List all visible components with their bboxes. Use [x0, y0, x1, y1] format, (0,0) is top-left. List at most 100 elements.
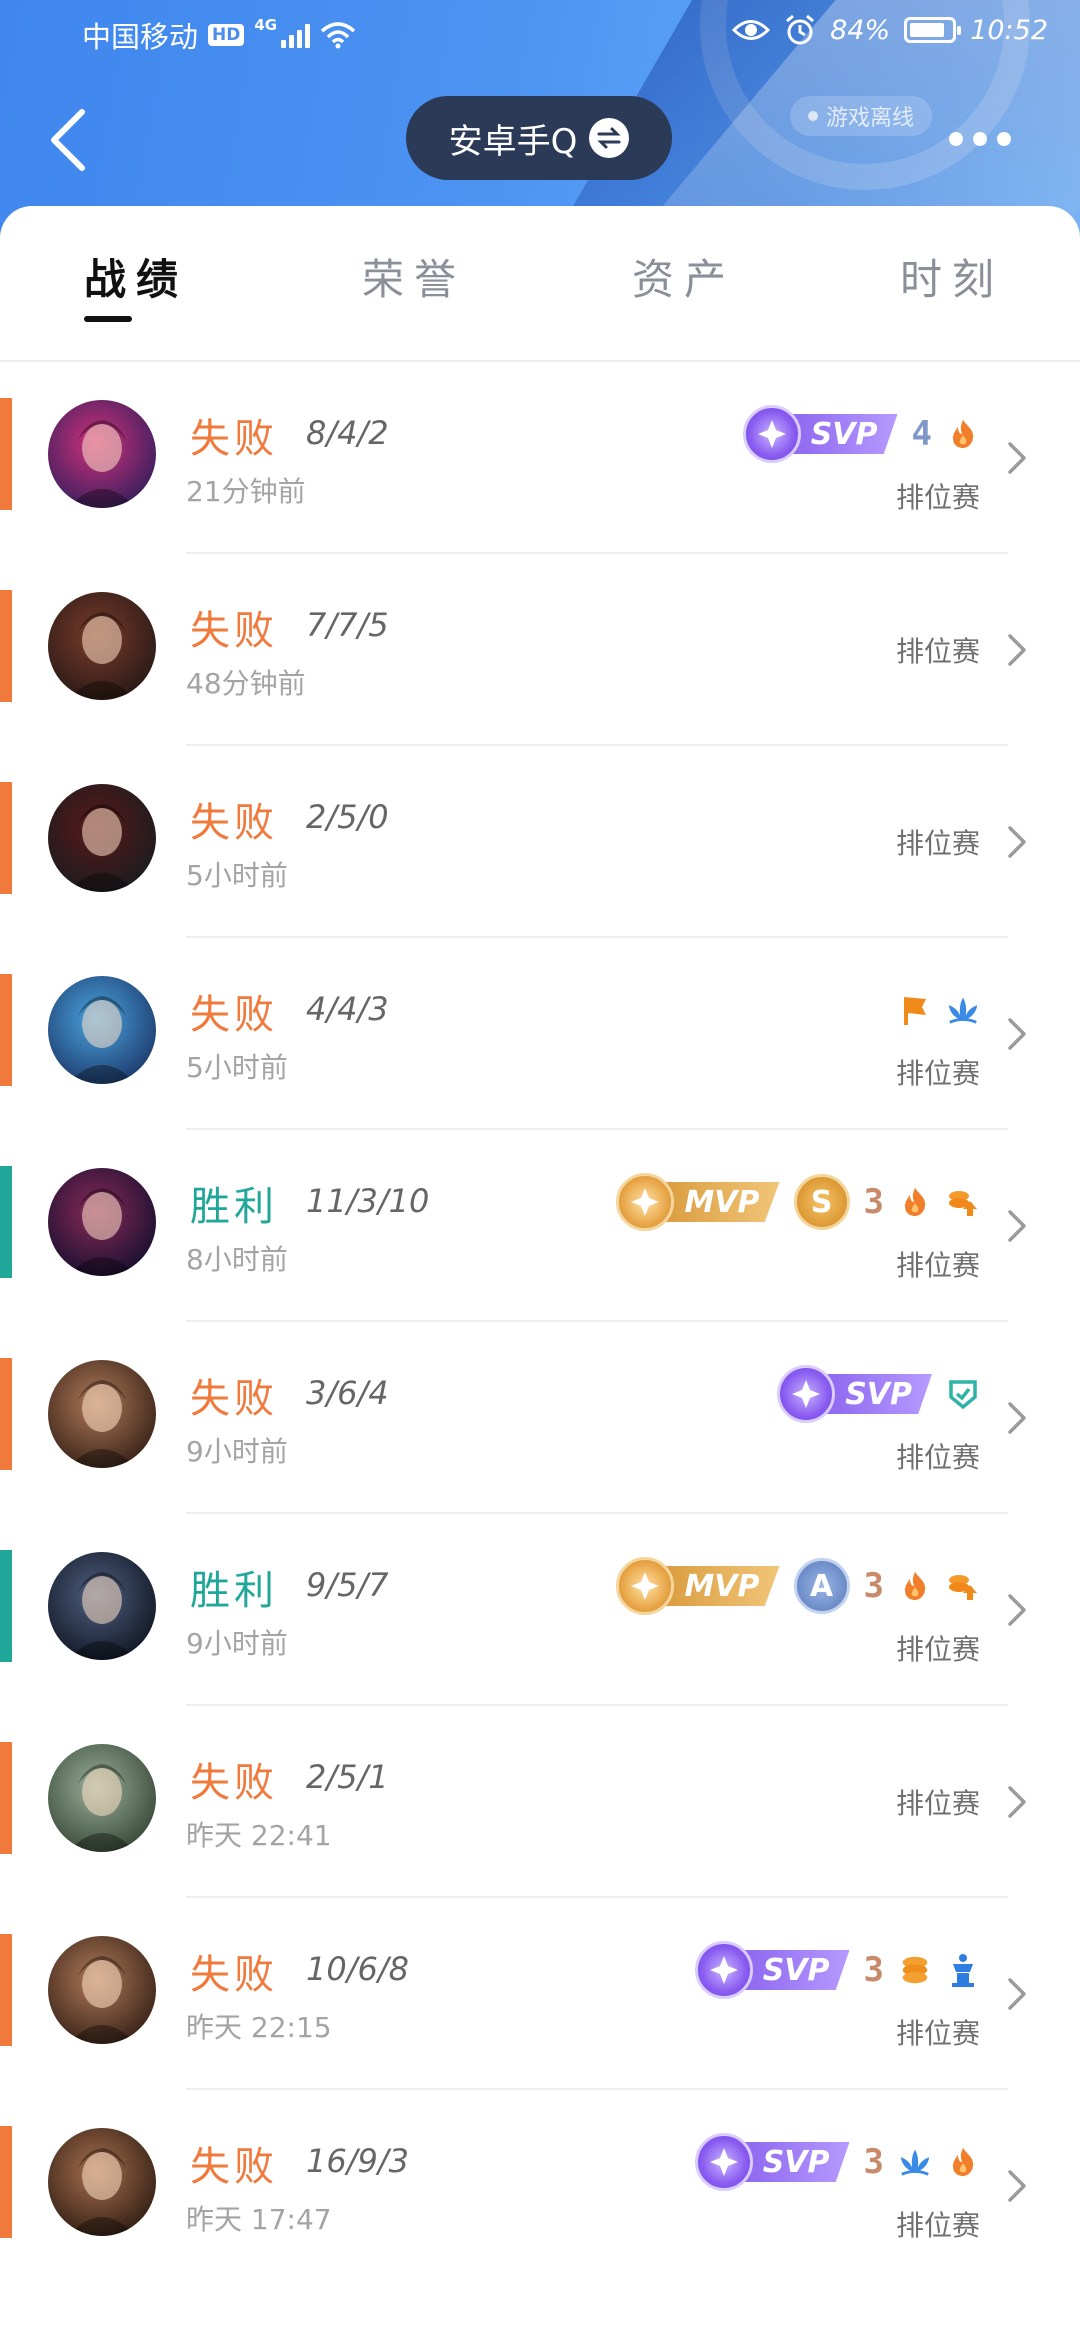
more-button[interactable] — [940, 122, 1020, 156]
tab-bar: 战绩 荣誉 资产 时刻 — [0, 206, 1080, 362]
svp-badge: SVP — [742, 405, 898, 463]
honor-label: MVP — [656, 1566, 780, 1606]
match-row[interactable]: 失败 3/6/4 9小时前 排位赛 SVP — [0, 1322, 1080, 1514]
match-kda: 8/4/2 — [306, 414, 389, 452]
lotus-icon — [946, 993, 980, 1027]
clock: 10:52 — [970, 14, 1048, 46]
match-time: 5小时前 — [186, 1051, 288, 1084]
match-kda: 10/6/8 — [306, 1950, 409, 1988]
streak-count: 3 — [863, 1566, 884, 1606]
more-dot — [997, 132, 1011, 146]
result-color-bar — [0, 2126, 12, 2238]
tab-active-indicator — [84, 316, 132, 322]
match-result: 失败 — [190, 800, 278, 846]
chevron-right-icon — [1006, 1400, 1028, 1436]
chevron-right-icon — [1006, 1976, 1028, 2012]
match-time: 昨天 17:47 — [186, 2203, 332, 2236]
mvp-badge: MVP — [616, 1557, 780, 1615]
result-color-bar — [0, 1166, 12, 1278]
coin-up-icon — [946, 1569, 980, 1603]
lotus-icon — [898, 2145, 932, 2179]
flame-icon — [898, 1185, 932, 1219]
match-kda: 16/9/3 — [306, 2142, 409, 2180]
svp-medal-icon — [694, 2133, 753, 2191]
grade-badge: S — [793, 1174, 850, 1230]
mvp-medal-icon — [616, 1173, 675, 1231]
match-mode: 排位赛 — [895, 1057, 980, 1090]
streak-count: 4 — [911, 414, 932, 454]
tab-assets[interactable]: 资产 — [632, 246, 736, 307]
match-time: 9小时前 — [186, 1627, 288, 1660]
match-row[interactable]: 失败 2/5/1 昨天 22:41 排位赛 — [0, 1706, 1080, 1898]
hd-badge: HD — [208, 24, 245, 46]
chevron-right-icon — [1006, 440, 1028, 476]
eye-icon — [732, 20, 771, 40]
match-mode: 排位赛 — [895, 481, 980, 514]
match-badges: MVP S 3 — [616, 1172, 980, 1232]
match-badges: MVP A 3 — [616, 1556, 980, 1616]
wifi-icon — [320, 22, 356, 49]
chevron-right-icon — [1006, 824, 1028, 860]
match-row[interactable]: 失败 4/4/3 5小时前 排位赛 — [0, 938, 1080, 1130]
back-button[interactable] — [40, 98, 100, 182]
mvp-medal-icon — [616, 1557, 675, 1615]
match-row[interactable]: 胜利 9/5/7 9小时前 排位赛 MVP A 3 — [0, 1514, 1080, 1706]
match-result: 失败 — [190, 416, 278, 462]
chevron-right-icon — [1006, 1208, 1028, 1244]
chevron-right-icon — [1006, 1016, 1028, 1052]
hero-avatar — [48, 784, 156, 892]
hero-avatar — [48, 976, 156, 1084]
flame-icon — [946, 2145, 980, 2179]
match-result: 胜利 — [190, 1568, 278, 1614]
match-kda: 4/4/3 — [306, 990, 389, 1028]
match-row[interactable]: 失败 2/5/0 5小时前 排位赛 — [0, 746, 1080, 938]
battery-icon — [904, 17, 962, 43]
result-color-bar — [0, 1550, 12, 1662]
svp-badge: SVP — [694, 1941, 850, 1999]
chevron-right-icon — [1006, 1592, 1028, 1628]
match-row[interactable]: 失败 8/4/2 21分钟前 排位赛 SVP 4 — [0, 362, 1080, 554]
status-dot — [808, 111, 818, 121]
match-time: 8小时前 — [186, 1243, 288, 1276]
hero-avatar — [48, 1744, 156, 1852]
alarm-icon — [786, 14, 815, 45]
result-color-bar — [0, 1934, 12, 2046]
grade-badge: A — [793, 1558, 850, 1614]
match-result: 失败 — [190, 1376, 278, 1422]
hero-avatar — [48, 592, 156, 700]
match-mode: 排位赛 — [895, 1633, 980, 1666]
match-row[interactable]: 失败 7/7/5 48分钟前 排位赛 — [0, 554, 1080, 746]
page-title: 安卓手Q — [448, 121, 578, 162]
flame-icon — [898, 1569, 932, 1603]
match-result: 失败 — [190, 992, 278, 1038]
flag-icon — [898, 993, 932, 1027]
network-type: 4G — [254, 16, 278, 34]
battery-percent: 84% — [830, 14, 891, 46]
offline-status-tag: 游戏离线 — [790, 96, 933, 136]
tab-record[interactable]: 战绩 — [84, 246, 188, 307]
tab-honor[interactable]: 荣誉 — [362, 246, 466, 307]
match-time: 48分钟前 — [186, 667, 306, 700]
match-kda: 3/6/4 — [306, 1374, 389, 1412]
honor-label: MVP — [656, 1182, 780, 1222]
match-row[interactable]: 失败 16/9/3 昨天 17:47 排位赛 SVP 3 — [0, 2090, 1080, 2282]
status-left: 中国移动 HD 4G — [82, 14, 356, 56]
status-bar: 中国移动 HD 4G 84% 10:52 — [0, 0, 1080, 72]
match-kda: 11/3/10 — [306, 1182, 430, 1220]
match-row[interactable]: 失败 10/6/8 昨天 22:15 排位赛 SVP 3 — [0, 1898, 1080, 2090]
coins-icon — [898, 1953, 932, 1987]
match-result: 失败 — [190, 1760, 278, 1806]
match-badges — [898, 980, 980, 1040]
swap-icon — [589, 118, 630, 158]
match-time: 昨天 22:15 — [186, 2011, 332, 2044]
account-switch-pill[interactable]: 安卓手Q — [406, 96, 672, 180]
svp-medal-icon — [742, 405, 801, 463]
more-dot — [949, 132, 963, 146]
result-color-bar — [0, 1742, 12, 1854]
match-row[interactable]: 胜利 11/3/10 8小时前 排位赛 MVP S 3 — [0, 1130, 1080, 1322]
match-badges: SVP 4 — [742, 404, 980, 464]
streak-count: 3 — [863, 1950, 884, 1990]
match-kda: 9/5/7 — [306, 1566, 389, 1604]
battery-fill — [910, 23, 944, 37]
tab-moments[interactable]: 时刻 — [900, 246, 1004, 307]
